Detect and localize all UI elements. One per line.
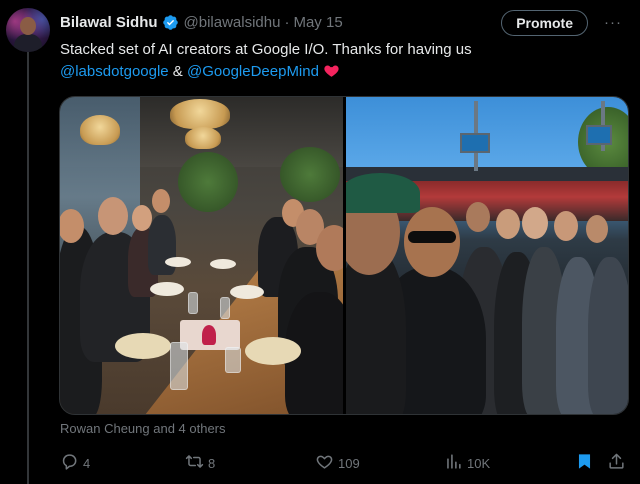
tweet-text-line: Stacked set of AI creators at Google I/O… xyxy=(60,41,472,58)
plant xyxy=(178,152,238,212)
promote-button[interactable]: Promote xyxy=(501,10,588,36)
person-head xyxy=(466,202,490,232)
reply-icon xyxy=(60,452,79,474)
water-glass xyxy=(188,292,198,314)
action-bar: 4 8 109 10K xyxy=(57,450,629,476)
tweet-date[interactable]: May 15 xyxy=(293,14,342,31)
repost-button[interactable]: 8 xyxy=(185,450,215,476)
views-icon xyxy=(444,452,463,474)
author-name[interactable]: Bilawal Sidhu xyxy=(60,14,158,31)
avatar[interactable] xyxy=(6,8,50,52)
water-glass xyxy=(170,342,188,390)
thread-line xyxy=(27,52,29,484)
tweet-header: Bilawal Sidhu @bilawalsidhu · May 15 Pro… xyxy=(60,10,630,36)
red-drink xyxy=(202,325,216,345)
pendant-lamp xyxy=(170,99,230,129)
reply-count: 4 xyxy=(83,455,91,471)
plate xyxy=(150,282,184,296)
views-button[interactable]: 10K xyxy=(444,450,490,476)
plate xyxy=(210,259,236,269)
share-icon xyxy=(607,452,626,474)
bookmark-button[interactable] xyxy=(575,450,594,476)
tweet-text: Stacked set of AI creators at Google I/O… xyxy=(60,39,630,83)
bookmark-icon xyxy=(575,452,594,474)
pendant-lamp xyxy=(80,115,120,145)
jumbotron xyxy=(460,133,490,153)
plate xyxy=(245,337,301,365)
plate xyxy=(165,257,191,267)
pendant-lamp xyxy=(185,127,221,149)
avatar-body xyxy=(14,34,42,52)
like-count: 109 xyxy=(338,455,360,471)
jumbotron xyxy=(586,125,612,145)
views-count: 10K xyxy=(467,455,491,471)
liked-by[interactable]: Rowan Cheung and 4 others xyxy=(60,421,226,436)
restaurant-group-photo[interactable] xyxy=(60,97,343,414)
person-head xyxy=(586,215,608,243)
like-icon xyxy=(315,452,334,474)
person-head xyxy=(98,197,128,235)
plate xyxy=(230,285,264,299)
tweet-media[interactable] xyxy=(59,96,629,415)
mention-labsdotgoogle[interactable]: @labsdotgoogle xyxy=(60,63,169,80)
avatar-face xyxy=(20,17,36,35)
person-head xyxy=(554,211,578,241)
separator-dot: · xyxy=(284,13,290,31)
tweet: Bilawal Sidhu @bilawalsidhu · May 15 Pro… xyxy=(0,0,640,484)
plant xyxy=(280,147,340,202)
ampersand: & xyxy=(168,63,187,80)
like-button[interactable]: 109 xyxy=(315,450,360,476)
cap xyxy=(346,173,420,213)
more-icon[interactable]: ··· xyxy=(602,11,624,33)
person-head xyxy=(152,189,170,213)
repost-icon xyxy=(185,452,204,474)
share-button[interactable] xyxy=(607,450,626,476)
verified-badge-icon[interactable] xyxy=(162,14,179,31)
water-glass xyxy=(220,297,230,319)
plate xyxy=(115,333,171,359)
reply-button[interactable]: 4 xyxy=(60,450,90,476)
stadium-selfie-photo[interactable] xyxy=(346,97,628,414)
author-handle[interactable]: @bilawalsidhu xyxy=(184,14,281,31)
sunglasses xyxy=(408,231,456,243)
person-head xyxy=(496,209,520,239)
person-head xyxy=(522,207,548,239)
repost-count: 8 xyxy=(208,455,216,471)
heart-emoji-icon xyxy=(323,63,340,80)
mention-googledeepmind[interactable]: @GoogleDeepMind xyxy=(187,63,319,80)
person xyxy=(588,257,628,414)
water-glass xyxy=(225,347,241,373)
